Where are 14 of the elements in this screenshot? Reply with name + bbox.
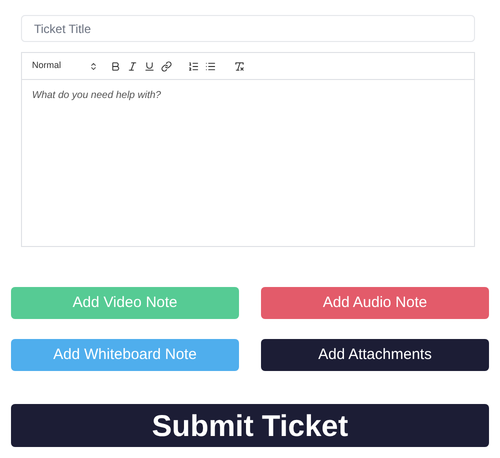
- format-select[interactable]: Normal: [32, 59, 98, 73]
- ordered-list-icon[interactable]: [188, 60, 199, 72]
- submit-button[interactable]: Submit Ticket: [11, 404, 489, 447]
- title-field[interactable]: Ticket Title: [21, 15, 475, 42]
- clear-format-icon[interactable]: [234, 60, 245, 72]
- underline-icon[interactable]: [144, 60, 155, 72]
- note-button[interactable]: Add Audio Note: [261, 287, 489, 319]
- italic-icon[interactable]: [127, 60, 138, 72]
- note-button[interactable]: Add Attachments: [261, 339, 489, 371]
- bold-icon[interactable]: [110, 60, 121, 72]
- sort-icon: [89, 62, 98, 70]
- bullet-list-icon[interactable]: [205, 60, 216, 72]
- message-field[interactable]: What do you need help with?: [22, 80, 474, 246]
- link-icon[interactable]: [161, 60, 172, 72]
